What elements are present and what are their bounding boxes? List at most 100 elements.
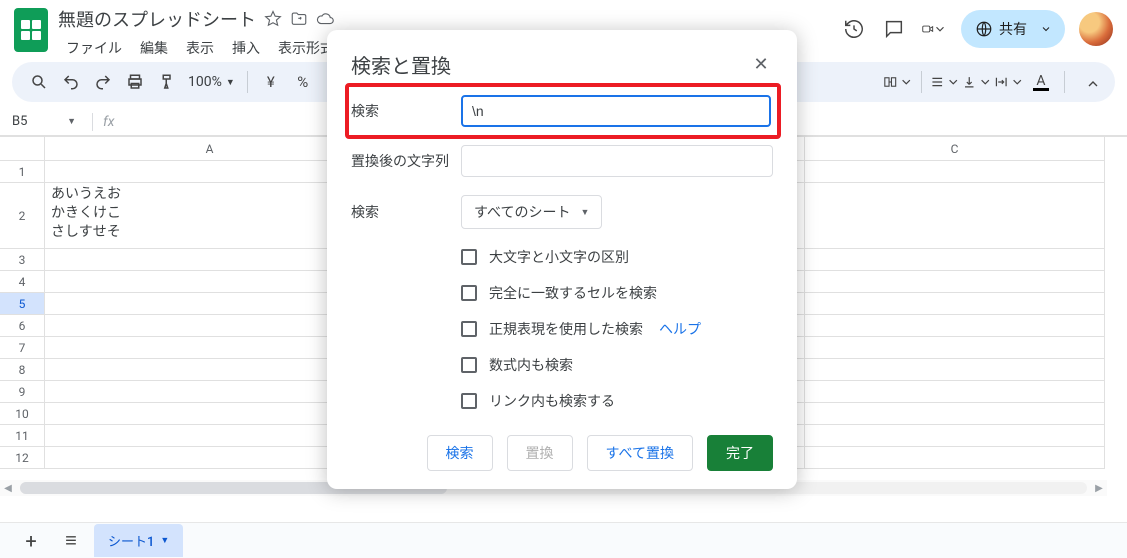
menu-file[interactable]: ファイル	[58, 34, 130, 62]
sheets-app-icon[interactable]	[14, 8, 48, 52]
cell[interactable]	[805, 359, 1105, 381]
cell[interactable]	[805, 161, 1105, 183]
row-header[interactable]: 2	[0, 183, 45, 249]
row-header[interactable]: 9	[0, 381, 45, 403]
text-color-icon[interactable]: A	[1026, 67, 1056, 97]
cloud-status-icon[interactable]	[316, 10, 334, 28]
cell[interactable]	[45, 293, 375, 315]
search-icon[interactable]	[24, 67, 54, 97]
cell[interactable]	[805, 315, 1105, 337]
row-header[interactable]: 1	[0, 161, 45, 183]
star-icon[interactable]	[264, 10, 282, 28]
column-header-a[interactable]: A	[45, 137, 375, 161]
cell[interactable]	[805, 293, 1105, 315]
cell[interactable]	[805, 447, 1105, 469]
currency-button[interactable]: ¥	[256, 67, 286, 97]
menu-view[interactable]: 表示	[178, 34, 222, 62]
close-icon[interactable]: ✕	[749, 53, 773, 77]
cell[interactable]	[45, 315, 375, 337]
add-sheet-button[interactable]: +	[14, 526, 48, 556]
caret-down-icon: ▼	[580, 207, 589, 218]
account-avatar[interactable]	[1079, 12, 1113, 46]
check-label-case: 大文字と小文字の区別	[489, 247, 629, 267]
cell[interactable]	[45, 447, 375, 469]
cell-a2[interactable]: あいうえお かきくけこ さしすせそ	[45, 183, 375, 249]
valign-icon[interactable]	[962, 67, 992, 97]
row-header[interactable]: 3	[0, 249, 45, 271]
checkbox-whole[interactable]	[461, 285, 477, 301]
merge-cells-icon[interactable]	[883, 67, 913, 97]
scroll-left-icon[interactable]: ◀	[0, 483, 16, 494]
caret-down-icon: ▼	[226, 77, 235, 88]
print-icon[interactable]	[120, 67, 150, 97]
row-header[interactable]: 10	[0, 403, 45, 425]
replace-input[interactable]	[461, 145, 773, 177]
cell[interactable]	[805, 403, 1105, 425]
check-label-regex: 正規表現を使用した検索	[489, 319, 643, 339]
cell[interactable]	[45, 403, 375, 425]
scroll-right-icon[interactable]: ▶	[1091, 483, 1107, 494]
document-title[interactable]: 無題のスプレッドシート	[58, 6, 256, 32]
scope-select[interactable]: すべてのシート ▼	[461, 195, 602, 229]
percent-button[interactable]: %	[288, 67, 318, 97]
share-dropdown-icon[interactable]	[1033, 16, 1059, 42]
row-header[interactable]: 5	[0, 293, 45, 315]
find-input[interactable]	[461, 95, 771, 127]
meet-icon[interactable]	[921, 16, 947, 42]
replace-all-button[interactable]: すべて置換	[587, 435, 693, 471]
column-header-c[interactable]: C	[805, 137, 1105, 161]
checkbox-regex[interactable]	[461, 321, 477, 337]
replace-button[interactable]: 置換	[507, 435, 573, 471]
sheet-tab-1[interactable]: シート1 ▼	[94, 524, 183, 557]
move-folder-icon[interactable]	[290, 10, 308, 28]
cell[interactable]	[45, 359, 375, 381]
row-header[interactable]: 12	[0, 447, 45, 469]
all-sheets-button[interactable]: ≡	[54, 526, 88, 556]
row-header[interactable]: 11	[0, 425, 45, 447]
align-icon[interactable]	[930, 67, 960, 97]
menu-insert[interactable]: 挿入	[224, 34, 268, 62]
done-button[interactable]: 完了	[707, 435, 773, 471]
row-header[interactable]: 4	[0, 271, 45, 293]
find-label: 検索	[351, 101, 461, 121]
undo-icon[interactable]	[56, 67, 86, 97]
paint-format-icon[interactable]	[152, 67, 182, 97]
cell[interactable]	[805, 249, 1105, 271]
zoom-select[interactable]: 100% ▼	[184, 74, 239, 90]
find-button[interactable]: 検索	[427, 435, 493, 471]
name-box[interactable]: B5 ▼	[12, 114, 82, 129]
cell[interactable]	[805, 271, 1105, 293]
cell[interactable]	[45, 337, 375, 359]
cell[interactable]	[45, 381, 375, 403]
sheet-tab-label: シート1	[108, 531, 154, 550]
toolbar-separator	[1064, 71, 1065, 93]
cell[interactable]	[45, 425, 375, 447]
select-all-corner[interactable]	[0, 137, 45, 161]
cell[interactable]	[805, 337, 1105, 359]
row-header[interactable]: 7	[0, 337, 45, 359]
cell[interactable]	[805, 425, 1105, 447]
comments-icon[interactable]	[881, 16, 907, 42]
caret-down-icon: ▼	[160, 535, 169, 546]
fx-icon: fx	[103, 114, 114, 130]
checkbox-links[interactable]	[461, 393, 477, 409]
share-button[interactable]: 共有	[961, 10, 1065, 48]
checkbox-case[interactable]	[461, 249, 477, 265]
name-box-value: B5	[12, 114, 27, 129]
redo-icon[interactable]	[88, 67, 118, 97]
cell[interactable]	[45, 249, 375, 271]
cell[interactable]	[45, 271, 375, 293]
wrap-icon[interactable]	[994, 67, 1024, 97]
collapse-toolbar-icon[interactable]	[1079, 70, 1107, 98]
cell[interactable]	[45, 161, 375, 183]
cell[interactable]	[805, 381, 1105, 403]
toolbar-separator	[921, 71, 922, 93]
find-row-highlight: 検索	[345, 83, 781, 139]
row-header[interactable]: 8	[0, 359, 45, 381]
menu-edit[interactable]: 編集	[132, 34, 176, 62]
help-link[interactable]: ヘルプ	[659, 319, 701, 339]
history-icon[interactable]	[841, 16, 867, 42]
cell[interactable]	[805, 183, 1105, 249]
row-header[interactable]: 6	[0, 315, 45, 337]
checkbox-formulas[interactable]	[461, 357, 477, 373]
